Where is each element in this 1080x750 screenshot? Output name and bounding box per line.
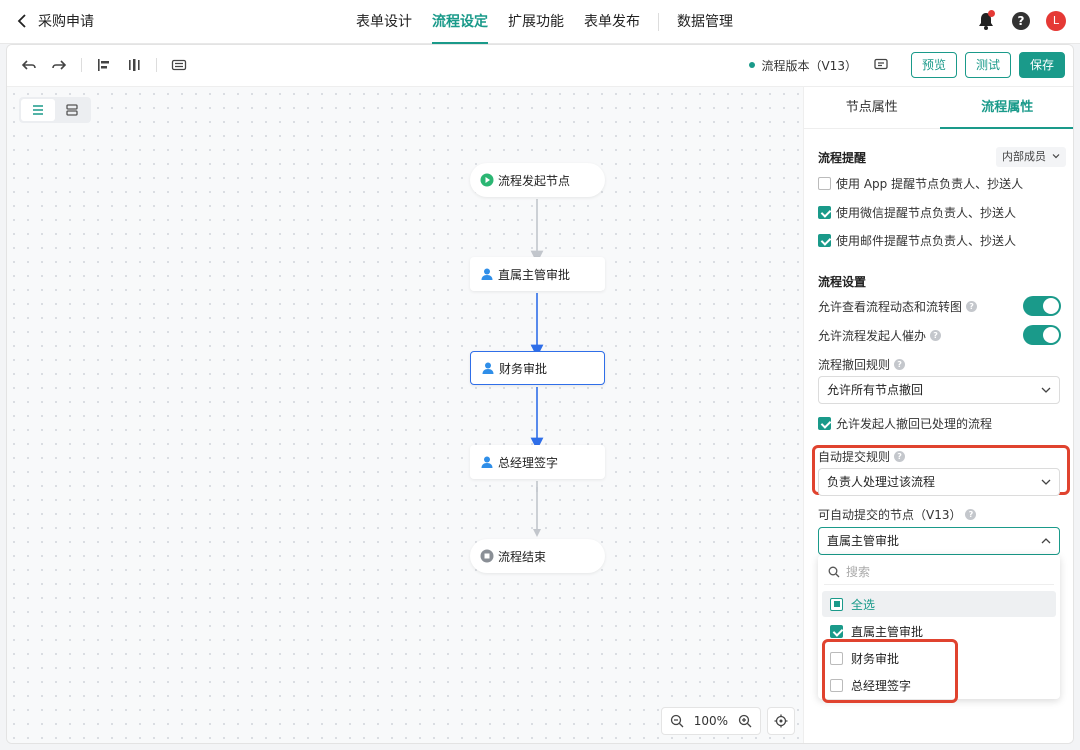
- reminder-option-wechat[interactable]: 使用微信提醒节点负责人、抄送人: [818, 204, 1016, 221]
- checkbox[interactable]: [818, 177, 831, 190]
- help-icon[interactable]: ?: [894, 451, 906, 462]
- version-label[interactable]: 流程版本（V13）: [761, 57, 856, 74]
- redo-icon[interactable]: [51, 57, 67, 73]
- flow-node-finance-approval[interactable]: 财务审批: [470, 351, 605, 385]
- help-icon[interactable]: ?: [965, 509, 977, 520]
- auto-submit-label: 自动提交规则?: [818, 448, 906, 465]
- user-icon: [481, 268, 493, 280]
- zoom-out-icon[interactable]: [670, 714, 684, 728]
- toolbar-divider: [81, 58, 82, 72]
- member-scope-dropdown[interactable]: 内部成员: [996, 147, 1066, 167]
- notification-bell-icon[interactable]: [976, 10, 996, 31]
- flow-node-manager-approval[interactable]: 直属主管审批: [470, 257, 605, 291]
- save-button[interactable]: 保存: [1018, 52, 1065, 78]
- editor-toolbar: 流程版本（V13） 预览 测试 保存: [7, 45, 1073, 87]
- user-icon: [481, 456, 493, 468]
- auto-submit-select[interactable]: 负责人处理过该流程: [818, 468, 1060, 496]
- checkbox[interactable]: [830, 651, 843, 665]
- distribute-icon[interactable]: [126, 57, 142, 73]
- stop-icon: [480, 549, 494, 563]
- locate-center-icon[interactable]: [767, 707, 795, 735]
- zoom-control: 100%: [660, 707, 761, 735]
- checkbox[interactable]: [818, 234, 831, 247]
- checkbox[interactable]: [830, 678, 843, 692]
- tab-data-management[interactable]: 数据管理: [667, 0, 743, 44]
- main-nav-tabs: 表单设计 流程设定 扩展功能 表单发布 数据管理: [346, 0, 743, 44]
- option-manager-approval[interactable]: 直属主管审批: [822, 618, 1056, 644]
- form-title: 采购申请: [38, 14, 94, 30]
- tab-form-publish[interactable]: 表单发布: [574, 0, 650, 44]
- reminder-option-email[interactable]: 使用邮件提醒节点负责人、抄送人: [818, 232, 1016, 249]
- withdraw-rule-select[interactable]: 允许所有节点撤回: [818, 376, 1060, 404]
- chevron-left-icon: [17, 14, 26, 28]
- reminder-option-app[interactable]: 使用 App 提醒节点负责人、抄送人: [818, 175, 1023, 192]
- user-icon: [482, 362, 494, 374]
- chevron-down-icon: [1041, 387, 1051, 393]
- chevron-down-icon: [1052, 154, 1059, 159]
- option-gm-signature[interactable]: 总经理签字: [822, 672, 1056, 698]
- zoom-level: 100%: [693, 714, 728, 728]
- version-status-dot: [749, 62, 756, 68]
- auto-nodes-dropdown: 全选 直属主管审批 财务审批 总经理签字: [818, 555, 1060, 699]
- flow-connector-tail: [533, 487, 541, 537]
- chevron-down-icon: [1041, 479, 1051, 485]
- allow-urge-toggle[interactable]: [1023, 325, 1061, 345]
- top-bar: 采购申请 表单设计 流程设定 扩展功能 表单发布 数据管理 ? L: [0, 0, 1080, 44]
- flow-node-start[interactable]: 流程发起节点: [470, 163, 605, 197]
- version-area: 流程版本（V13） 预览 测试 保存: [749, 52, 1065, 78]
- align-left-icon[interactable]: [96, 57, 112, 73]
- allow-withdraw-row[interactable]: 允许发起人撤回已处理的流程: [818, 415, 992, 432]
- checkbox[interactable]: [830, 597, 843, 611]
- select-all-option[interactable]: 全选: [822, 591, 1056, 617]
- zoom-in-icon[interactable]: [738, 714, 752, 728]
- back-button[interactable]: 采购申请: [14, 11, 94, 31]
- allow-view-toggle[interactable]: [1023, 296, 1061, 316]
- editor-frame: 流程版本（V13） 预览 测试 保存 流程发起节点 直属主管审批 财务审批 总经…: [6, 44, 1074, 744]
- keyboard-icon[interactable]: [171, 57, 187, 73]
- tab-flow-settings[interactable]: 流程设定: [422, 0, 498, 44]
- search-icon: [828, 566, 840, 577]
- reminder-section-title: 流程提醒: [818, 151, 867, 165]
- comment-icon[interactable]: [873, 57, 889, 73]
- tab-node-properties[interactable]: 节点属性: [804, 87, 940, 128]
- flow-connectors: [530, 199, 544, 492]
- nav-divider: [658, 13, 659, 31]
- tab-form-design[interactable]: 表单设计: [346, 0, 422, 44]
- flow-node-end[interactable]: 流程结束: [470, 539, 605, 573]
- checkbox[interactable]: [818, 206, 831, 219]
- withdraw-rule-label: 流程撤回规则?: [818, 356, 906, 373]
- dropdown-search-input[interactable]: [846, 564, 1036, 579]
- tab-extensions[interactable]: 扩展功能: [498, 0, 574, 44]
- allow-view-row: 允许查看流程动态和流转图?: [818, 298, 978, 315]
- toolbar-divider: [156, 58, 157, 72]
- avatar[interactable]: L: [1046, 11, 1066, 31]
- notification-dot: [988, 10, 995, 17]
- flow-canvas[interactable]: 流程发起节点 直属主管审批 财务审批 总经理签字 流程结束 100%: [7, 87, 803, 743]
- help-icon[interactable]: ?: [894, 359, 906, 370]
- option-finance-approval[interactable]: 财务审批: [822, 645, 1056, 671]
- properties-panel: 节点属性 流程属性 流程提醒 内部成员 使用 App 提醒节点负责人、抄送人 使…: [803, 87, 1073, 743]
- auto-nodes-select[interactable]: 直属主管审批: [818, 527, 1060, 555]
- panel-tabs: 节点属性 流程属性: [804, 87, 1073, 129]
- tab-flow-properties[interactable]: 流程属性: [939, 87, 1073, 129]
- test-button[interactable]: 测试: [964, 52, 1011, 78]
- top-icons: ? L: [976, 10, 1066, 31]
- undo-icon[interactable]: [21, 57, 37, 73]
- chevron-up-icon: [1041, 538, 1051, 544]
- flow-node-gm-signature[interactable]: 总经理签字: [470, 445, 605, 479]
- help-icon[interactable]: ?: [930, 330, 942, 341]
- help-icon[interactable]: ?: [966, 301, 978, 312]
- preview-button[interactable]: 预览: [910, 52, 957, 78]
- dropdown-search: [824, 559, 1054, 585]
- checkbox[interactable]: [830, 624, 843, 638]
- auto-nodes-label: 可自动提交的节点（V13）?: [818, 506, 977, 523]
- settings-section-title: 流程设置: [818, 275, 867, 289]
- help-icon[interactable]: ?: [1012, 12, 1030, 30]
- edit-tools: [21, 57, 187, 73]
- checkbox[interactable]: [818, 417, 831, 430]
- play-icon: [480, 173, 494, 187]
- allow-urge-row: 允许流程发起人催办?: [818, 327, 942, 344]
